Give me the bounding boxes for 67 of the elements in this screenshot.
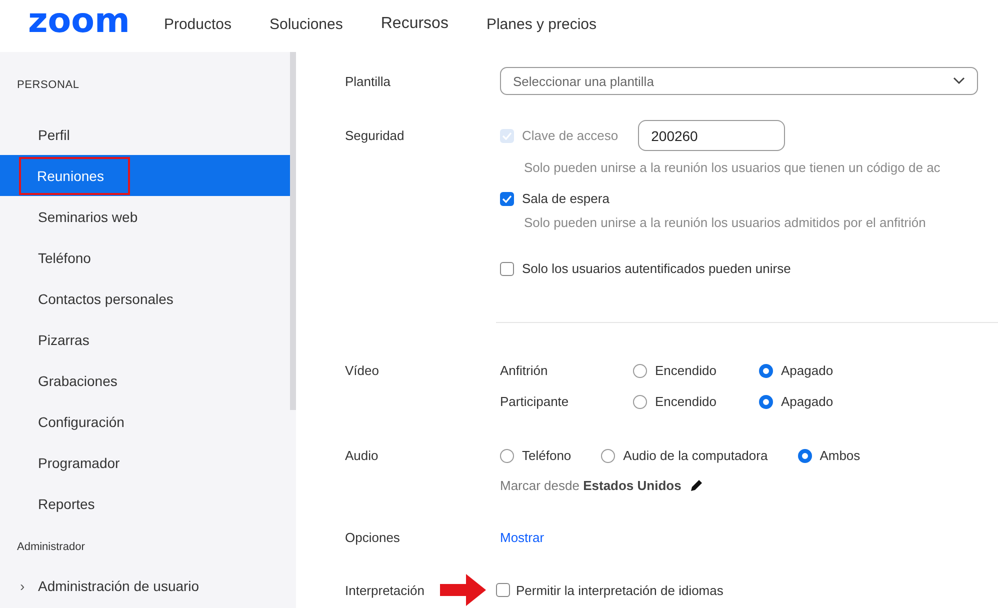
radio-label: Teléfono bbox=[522, 448, 572, 463]
radio-label: Apagado bbox=[781, 394, 834, 409]
radio-button[interactable] bbox=[759, 394, 773, 408]
checkbox[interactable] bbox=[500, 262, 514, 276]
setting-label: Audio bbox=[345, 448, 380, 465]
setting-label: Plantilla bbox=[345, 74, 392, 88]
radio-button[interactable] bbox=[798, 448, 812, 462]
radio-button[interactable] bbox=[500, 448, 514, 462]
chevron-icon: › bbox=[20, 578, 25, 594]
radio-button[interactable] bbox=[601, 448, 616, 462]
show-link[interactable]: Mostrar bbox=[500, 530, 544, 545]
scrollbar[interactable] bbox=[290, 52, 296, 410]
template-dropdown[interactable]: Seleccionar una plantilla bbox=[500, 67, 978, 95]
setting-label: Vídeo bbox=[345, 363, 380, 380]
checkbox-label: Sala de espera bbox=[522, 191, 610, 206]
nav-link[interactable]: Planes y precios bbox=[486, 16, 597, 32]
item-label: Contactos personales bbox=[38, 290, 174, 306]
item-label: Administración de usuario bbox=[38, 578, 200, 594]
description-text: Solo pueden unirse a la reunión los usuarios que tienen un código de ac bbox=[524, 160, 942, 175]
radio-label: Encendido bbox=[655, 394, 716, 409]
radio-label: Audio de la computadora bbox=[623, 448, 768, 463]
sidebar-item[interactable]: Seminarios web bbox=[0, 196, 293, 237]
nav-link[interactable]: Productos bbox=[164, 16, 232, 32]
checkbox-label: Permitir la interpretación de idiomas bbox=[516, 582, 724, 598]
sidebar-item[interactable]: Programador bbox=[0, 442, 293, 483]
sidebar-item[interactable]: Teléfono bbox=[0, 237, 293, 278]
description-text: Solo pueden unirse a la reunión los usuarios admitidos por el anfitrión bbox=[524, 215, 927, 230]
item-label: Programador bbox=[38, 454, 120, 470]
item-label: Pizarras bbox=[38, 332, 90, 348]
sidebar-item[interactable]: › Administración de usuario bbox=[0, 565, 293, 606]
radio-button[interactable] bbox=[633, 394, 647, 408]
sidebar-item[interactable]: Grabaciones bbox=[0, 360, 293, 401]
nav-link[interactable]: Soluciones bbox=[269, 16, 343, 32]
item-label: Reuniones bbox=[37, 168, 104, 184]
nav-link[interactable]: Recursos bbox=[380, 15, 448, 33]
item-label: Teléfono bbox=[38, 250, 91, 266]
dial-in-text: Marcar desde Estados Unidos bbox=[500, 478, 682, 493]
radio-button[interactable] bbox=[633, 364, 647, 378]
item-label: Seminarios web bbox=[38, 208, 138, 224]
radio-button[interactable] bbox=[759, 364, 773, 378]
setting-label: Interpretación bbox=[345, 582, 426, 598]
radio-label: Ambos bbox=[820, 448, 860, 463]
radio-label: Encendido bbox=[655, 363, 716, 378]
radio-label: Apagado bbox=[781, 363, 834, 378]
pencil-icon[interactable] bbox=[689, 478, 704, 492]
row-label: Participante bbox=[500, 394, 570, 409]
sidebar-item[interactable]: Contactos personales bbox=[0, 278, 293, 319]
zoom-logo[interactable]: zoom bbox=[28, 4, 130, 38]
sidebar-item[interactable]: Configuración bbox=[0, 401, 293, 442]
section-heading: PERSONAL bbox=[16, 79, 80, 93]
checkbox-label: Solo los usuarios autentificados pueden unirse bbox=[522, 261, 791, 276]
item-label: Grabaciones bbox=[38, 372, 118, 388]
checkbox[interactable] bbox=[500, 192, 514, 206]
sidebar-item[interactable]: Perfil bbox=[0, 114, 293, 155]
checkbox[interactable] bbox=[496, 583, 510, 597]
sidebar-item[interactable]: Reportes bbox=[0, 483, 293, 524]
setting-label: Opciones bbox=[345, 530, 401, 545]
checkbox-label: Clave de acceso bbox=[522, 128, 618, 143]
section-heading: Administrador bbox=[16, 541, 86, 555]
item-label: Perfil bbox=[38, 126, 70, 142]
item-label: Reportes bbox=[38, 496, 95, 512]
row-label: Anfitrión bbox=[500, 363, 549, 378]
setting-label: Seguridad bbox=[345, 128, 406, 145]
sidebar-item[interactable]: Pizarras bbox=[0, 319, 293, 360]
caret-icon bbox=[953, 77, 965, 85]
sidebar-item[interactable]: Reuniones bbox=[0, 155, 293, 196]
item-label: Configuración bbox=[38, 414, 124, 430]
